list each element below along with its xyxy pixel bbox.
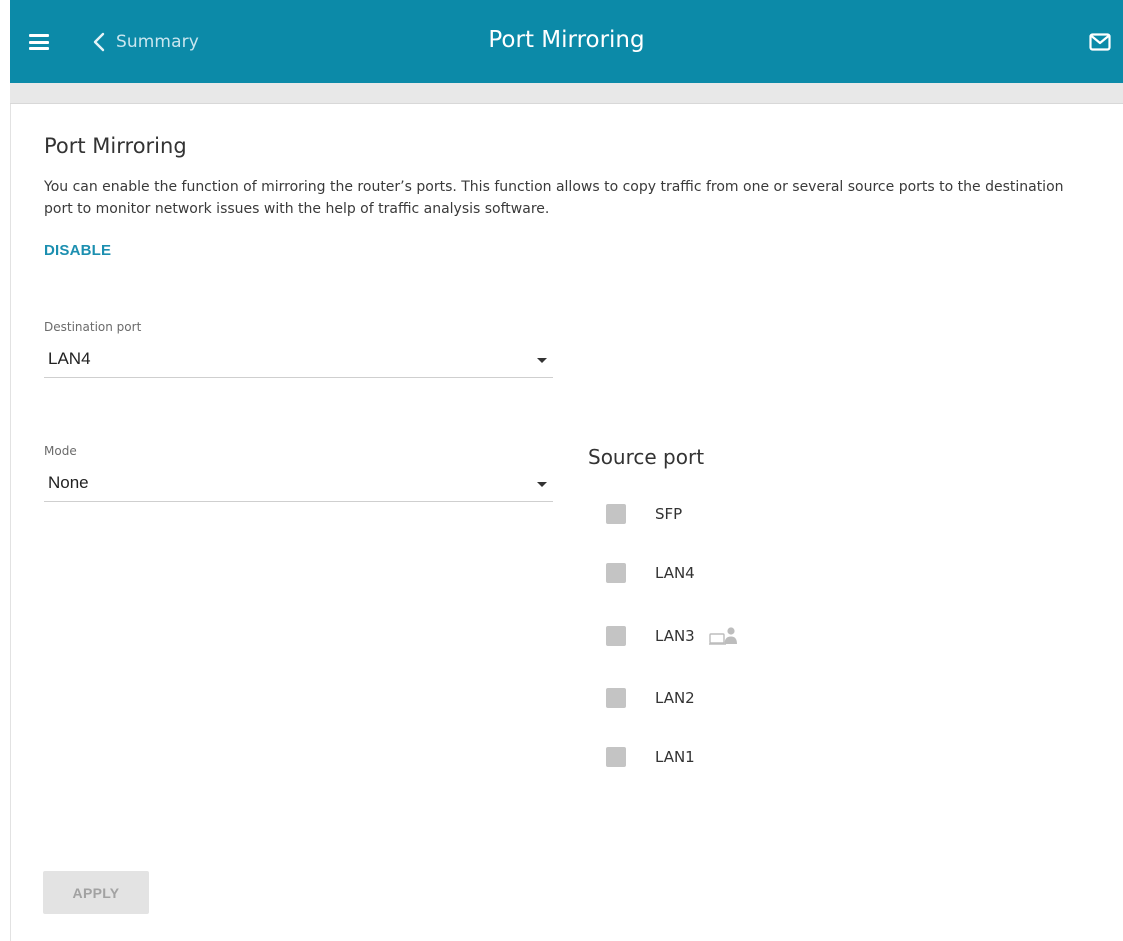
header-divider-strip	[10, 83, 1123, 104]
source-port-lan3[interactable]: LAN3	[606, 624, 806, 648]
source-port-checkbox[interactable]	[606, 688, 626, 708]
section-title: Port Mirroring	[44, 134, 187, 158]
source-port-label: LAN1	[655, 748, 695, 766]
source-port-lan1[interactable]: LAN1	[606, 745, 806, 769]
caret-down-icon	[537, 358, 547, 363]
envelope-icon[interactable]	[1089, 33, 1111, 51]
source-port-lan4[interactable]: LAN4	[606, 561, 806, 585]
source-port-checkbox[interactable]	[606, 747, 626, 767]
destination-port-select[interactable]: LAN4	[44, 346, 553, 378]
mode-value: None	[48, 473, 89, 492]
mode-field: Mode None	[44, 444, 553, 502]
apply-button[interactable]: APPLY	[43, 871, 149, 914]
mode-label: Mode	[44, 444, 77, 458]
page-title: Port Mirroring	[488, 27, 645, 53]
section-description: You can enable the function of mirroring…	[44, 179, 1064, 217]
source-port-checkbox[interactable]	[606, 563, 626, 583]
source-port-checkbox[interactable]	[606, 504, 626, 524]
source-port-label: SFP	[655, 505, 683, 523]
source-port-checkbox[interactable]	[606, 626, 626, 646]
disable-button[interactable]: DISABLE	[44, 242, 111, 259]
source-port-sfp[interactable]: SFP	[606, 502, 806, 526]
mode-select[interactable]: None	[44, 470, 553, 502]
top-app-bar: Summary Port Mirroring	[10, 0, 1123, 83]
destination-port-value: LAN4	[48, 349, 91, 368]
source-port-label: LAN3	[655, 627, 695, 645]
destination-port-label: Destination port	[44, 320, 142, 334]
destination-port-field: Destination port LAN4	[44, 320, 553, 378]
source-port-lan2[interactable]: LAN2	[606, 686, 806, 710]
source-port-title: Source port	[588, 445, 705, 469]
laptop-user-icon	[708, 627, 737, 645]
source-port-label: LAN4	[655, 564, 695, 582]
caret-down-icon	[537, 482, 547, 487]
content-left-border	[10, 104, 11, 941]
source-port-label: LAN2	[655, 689, 695, 707]
